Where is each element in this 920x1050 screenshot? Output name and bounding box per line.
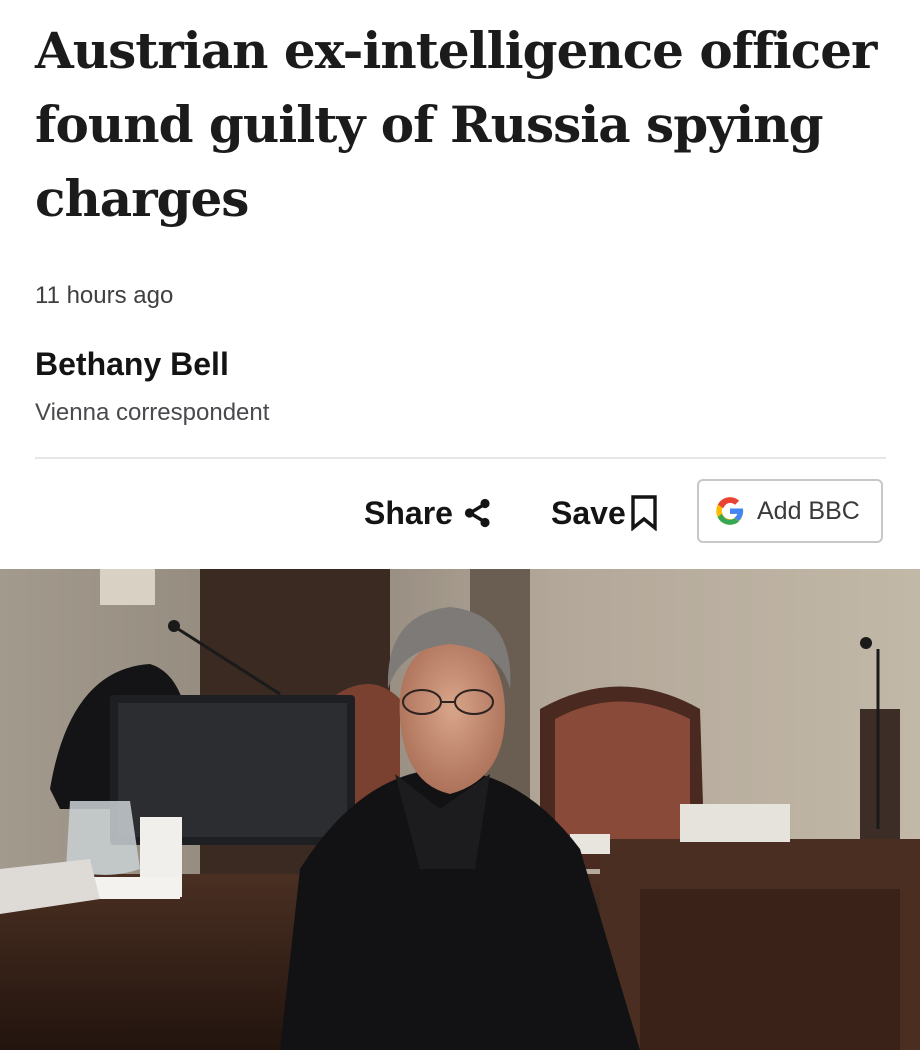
save-button[interactable]: Save <box>551 479 658 547</box>
divider <box>35 457 886 459</box>
headline: Austrian ex-intelligence officer found g… <box>35 21 877 228</box>
add-bbc-source-button[interactable]: Add BBC <box>697 479 883 543</box>
bookmark-icon <box>630 495 658 531</box>
share-icon <box>463 497 493 529</box>
share-label: Share <box>364 494 453 531</box>
share-button[interactable]: Share <box>364 479 493 547</box>
article-photo <box>0 569 920 1050</box>
article: Austrian ex-intelligence officer found g… <box>0 0 920 1050</box>
article-actions: Share Save Add BBC <box>0 479 886 547</box>
author-role: Vienna correspondent <box>35 399 270 426</box>
google-g-icon <box>699 496 745 526</box>
author-name[interactable]: Bethany Bell <box>35 346 229 383</box>
add-bbc-label: Add BBC <box>757 496 860 525</box>
timestamp: 11 hours ago <box>35 282 174 309</box>
save-label: Save <box>551 494 626 531</box>
